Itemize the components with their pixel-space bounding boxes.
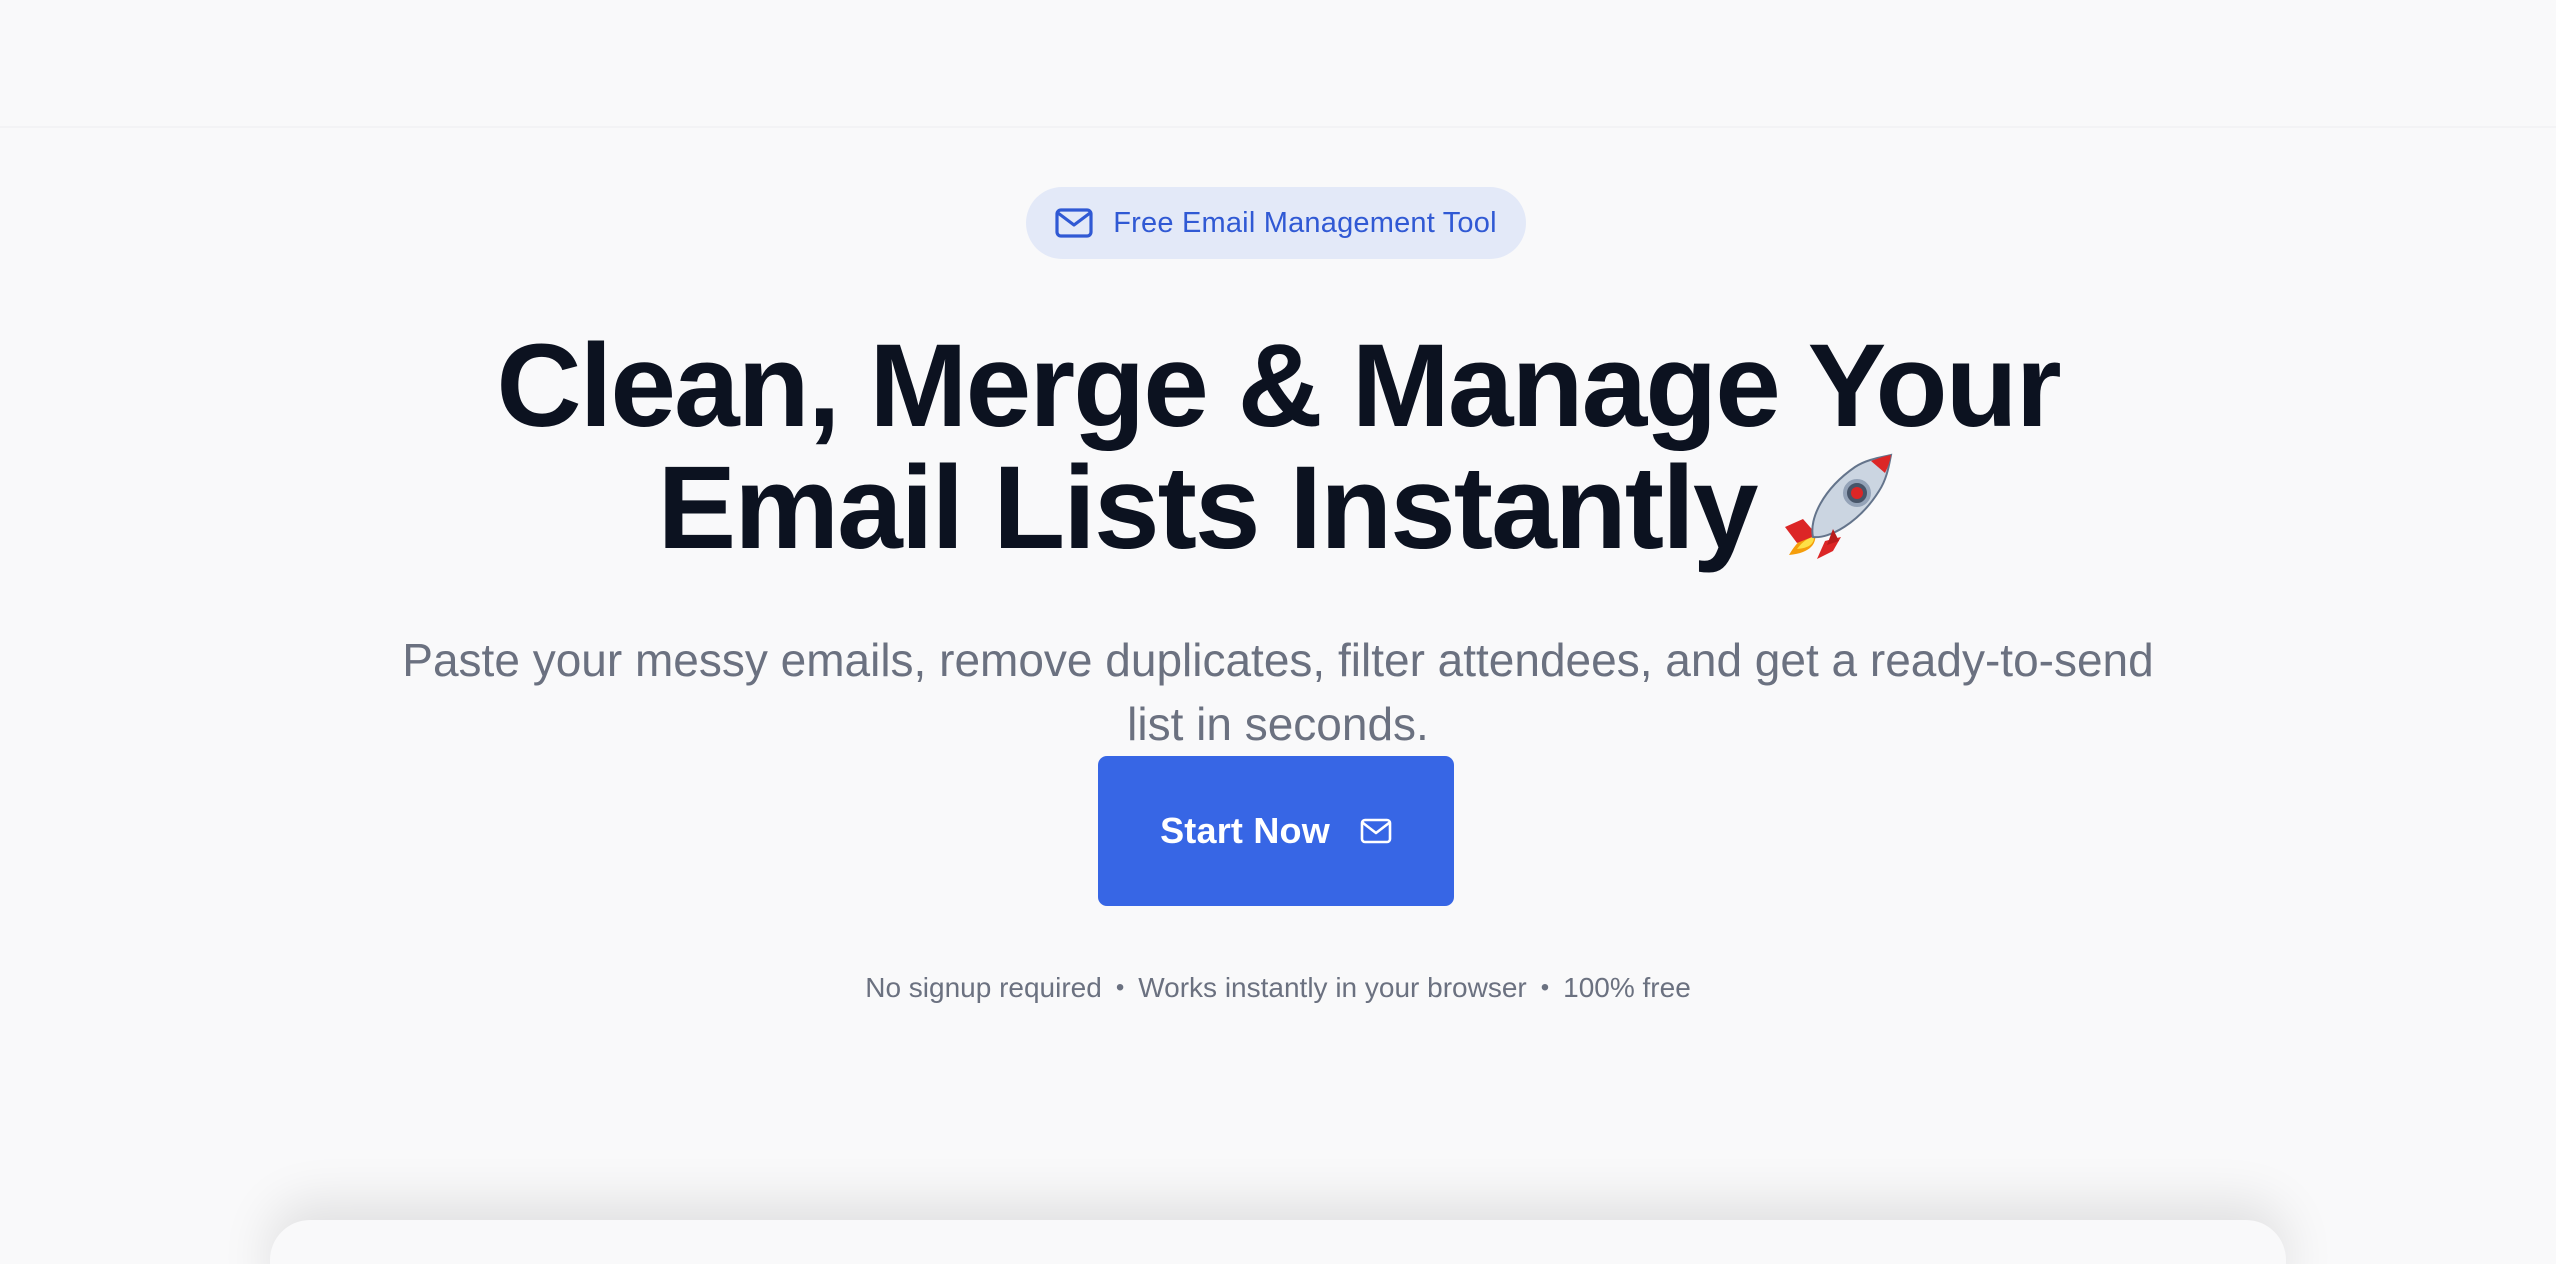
content-card-edge: [270, 1220, 2286, 1264]
footnote-separator: •: [1540, 974, 1550, 1001]
mail-icon: [1055, 208, 1093, 238]
footnote-item-browser: Works instantly in your browser: [1138, 972, 1527, 1003]
page-headline: Clean, Merge & Manage Your Email Lists I…: [300, 325, 2256, 577]
header-divider: [0, 126, 2556, 128]
badge-label: Free Email Management Tool: [1113, 206, 1497, 239]
landing-page: Free Email Management Tool Clean, Merge …: [0, 0, 2556, 1264]
rocket-icon: [1775, 449, 1899, 569]
tool-badge: Free Email Management Tool: [1026, 187, 1526, 259]
footnote-separator: •: [1115, 974, 1125, 1001]
hero-subtitle: Paste your messy emails, remove duplicat…: [402, 634, 2154, 750]
headline-line-1: Clean, Merge & Manage Your: [496, 320, 2061, 452]
headline-line-2-text: Email Lists Instantly: [657, 442, 1759, 574]
trust-footnote: No signup required • Works instantly in …: [0, 972, 2556, 1004]
mail-icon: [1360, 818, 1392, 844]
footnote-item-free: 100% free: [1563, 972, 1691, 1003]
footnote-item-no-signup: No signup required: [865, 972, 1102, 1003]
headline-line-2: Email Lists Instantly: [300, 447, 2256, 577]
start-now-button[interactable]: Start Now: [1098, 756, 1454, 906]
start-now-label: Start Now: [1160, 810, 1330, 851]
